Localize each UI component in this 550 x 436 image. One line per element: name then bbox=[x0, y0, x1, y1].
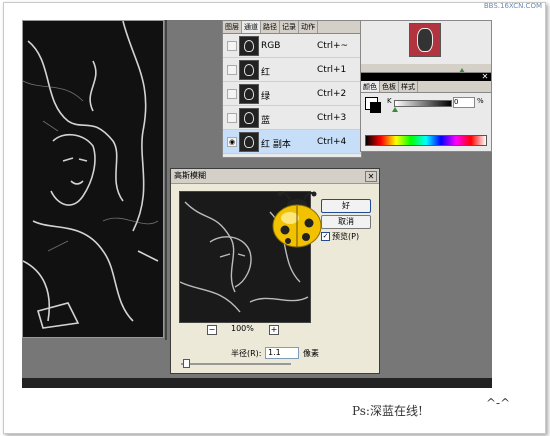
channel-row-rgb[interactable]: RGB Ctrl+~ bbox=[223, 34, 361, 58]
channel-thumbnail bbox=[239, 84, 259, 104]
tab-layers[interactable]: 图层 bbox=[223, 21, 242, 33]
color-spectrum-bar[interactable] bbox=[365, 135, 487, 146]
background-color[interactable] bbox=[370, 102, 381, 113]
minus-icon[interactable]: − bbox=[207, 325, 217, 335]
color-panel-titlebar: ✕ bbox=[361, 73, 491, 81]
caption-emoticon: ^-^ bbox=[486, 396, 511, 410]
zoom-controls: − 100% + bbox=[207, 324, 297, 335]
radius-input[interactable]: 1.1 bbox=[265, 347, 299, 359]
radius-slider-thumb[interactable] bbox=[183, 359, 190, 368]
radius-slider-track[interactable] bbox=[181, 363, 291, 365]
color-panel-tabs: 颜色 色板 样式 bbox=[361, 81, 491, 93]
dialog-title: 高斯模糊 bbox=[174, 171, 206, 180]
channel-thumbnail bbox=[239, 108, 259, 128]
channel-shortcut: Ctrl+3 bbox=[317, 113, 347, 123]
visibility-toggle[interactable] bbox=[227, 65, 237, 75]
channel-shortcut: Ctrl+4 bbox=[317, 137, 347, 147]
tab-styles[interactable]: 样式 bbox=[399, 81, 418, 92]
plus-icon[interactable]: + bbox=[269, 325, 279, 335]
tab-color[interactable]: 颜色 bbox=[361, 81, 380, 92]
tab-swatches[interactable]: 色板 bbox=[380, 81, 399, 92]
close-icon[interactable]: ✕ bbox=[365, 171, 377, 182]
channels-panel-tabs: 图层 通道 路径 记录 动作 bbox=[223, 21, 361, 34]
channel-row-blue[interactable]: 蓝 Ctrl+3 bbox=[223, 106, 361, 130]
radius-unit: 像素 bbox=[303, 349, 319, 358]
foreground-background-swatch[interactable] bbox=[365, 97, 381, 113]
eye-icon[interactable]: ◉ bbox=[227, 137, 237, 147]
tab-history[interactable]: 记录 bbox=[280, 21, 299, 33]
portrait-image bbox=[23, 21, 163, 337]
photoshop-workspace: 图层 通道 路径 记录 动作 RGB Ctrl+~ 红 Ctrl+1 绿 Ctr… bbox=[22, 20, 492, 388]
channel-name: RGB bbox=[261, 41, 281, 51]
channel-row-red[interactable]: 红 Ctrl+1 bbox=[223, 58, 361, 82]
close-icon[interactable]: ✕ bbox=[481, 73, 489, 81]
channels-panel: 图层 通道 路径 记录 动作 RGB Ctrl+~ 红 Ctrl+1 绿 Ctr… bbox=[222, 20, 362, 158]
document-window[interactable] bbox=[22, 20, 167, 340]
cancel-button[interactable]: 取消 bbox=[321, 215, 371, 229]
k-value-input[interactable]: 0 bbox=[453, 97, 475, 108]
radius-label: 半径(R): bbox=[231, 349, 262, 358]
tab-paths[interactable]: 路径 bbox=[261, 21, 280, 33]
color-panel: ✕ 颜色 色板 样式 K 0 % bbox=[360, 72, 492, 152]
site-watermark: BBS.16XCN.COM bbox=[483, 2, 542, 10]
zoom-level: 100% bbox=[231, 324, 254, 333]
ok-button[interactable]: 好 bbox=[321, 199, 371, 213]
k-slider-thumb[interactable] bbox=[392, 107, 398, 112]
channel-thumbnail bbox=[239, 60, 259, 80]
status-bar bbox=[22, 378, 492, 388]
visibility-toggle[interactable] bbox=[227, 41, 237, 51]
visibility-toggle[interactable] bbox=[227, 113, 237, 123]
channel-thumbnail bbox=[239, 132, 259, 152]
channel-row-red-copy[interactable]: ◉ 红 副本 Ctrl+4 bbox=[223, 130, 361, 154]
channel-name: 绿 bbox=[261, 92, 271, 102]
k-channel-label: K bbox=[387, 97, 392, 105]
channel-shortcut: Ctrl+~ bbox=[317, 41, 349, 51]
preview-label: 预览(P) bbox=[332, 232, 360, 241]
channel-name: 红 bbox=[261, 68, 271, 78]
channel-shortcut: Ctrl+2 bbox=[317, 89, 347, 99]
ladybug-icon bbox=[268, 190, 328, 248]
tab-channels[interactable]: 通道 bbox=[242, 21, 261, 33]
channel-row-green[interactable]: 绿 Ctrl+2 bbox=[223, 82, 361, 106]
tab-actions[interactable]: 动作 bbox=[299, 21, 318, 33]
k-channel-slider[interactable] bbox=[392, 100, 452, 112]
channel-name: 红 副本 bbox=[261, 140, 291, 150]
caption-text: Ps:深蓝在线! bbox=[352, 404, 423, 418]
k-unit: % bbox=[477, 97, 484, 105]
visibility-toggle[interactable] bbox=[227, 89, 237, 99]
document-canvas[interactable] bbox=[22, 20, 164, 338]
dialog-titlebar[interactable]: 高斯模糊 ✕ bbox=[171, 169, 379, 184]
navigator-thumbnail[interactable] bbox=[409, 23, 441, 57]
channel-thumbnail bbox=[239, 36, 259, 56]
channel-shortcut: Ctrl+1 bbox=[317, 65, 347, 75]
navigator-panel bbox=[360, 20, 492, 74]
channel-name: 蓝 bbox=[261, 116, 271, 126]
